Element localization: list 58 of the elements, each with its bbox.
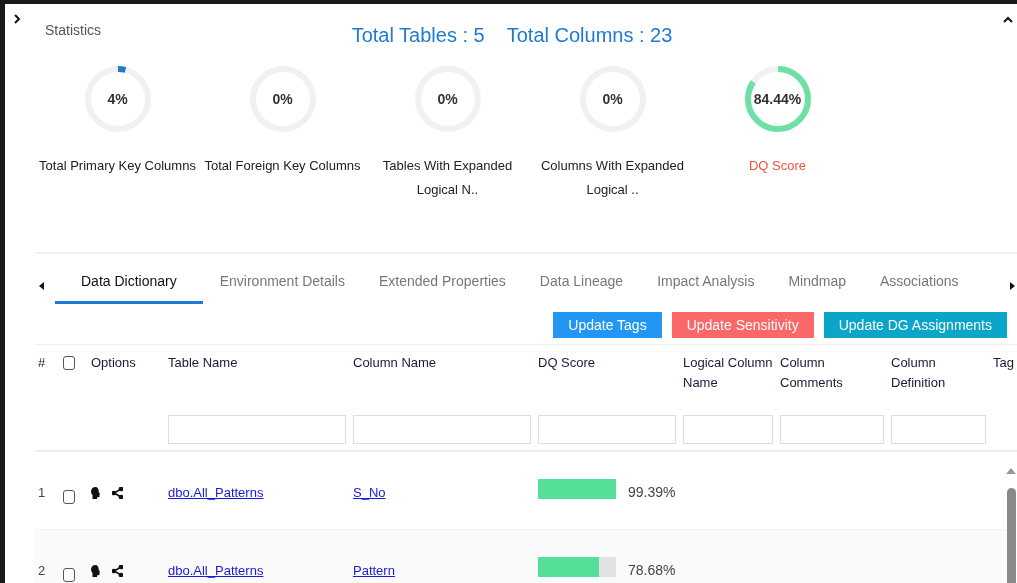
- action-button[interactable]: Update Tags: [553, 312, 662, 338]
- checkbox[interactable]: [63, 567, 75, 582]
- tab[interactable]: Environment Details: [202, 262, 362, 304]
- caret-left-icon[interactable]: [39, 282, 45, 290]
- column-header: Tag: [993, 354, 1015, 372]
- column-header: #: [38, 354, 47, 372]
- gauge-label: Total Foreign Key Columns: [203, 157, 362, 175]
- column-header: DQ Score: [538, 354, 597, 372]
- action-button[interactable]: Update DG Assignments: [823, 312, 1007, 338]
- tab[interactable]: Impact Analysis: [640, 262, 772, 304]
- gauge-label: Total Primary Key Columns: [38, 157, 197, 175]
- share-icon[interactable]: [112, 486, 123, 499]
- head-icon[interactable]: [91, 486, 100, 499]
- filter-field[interactable]: [168, 415, 346, 444]
- chevron-right-icon[interactable]: [13, 14, 21, 24]
- column-header: Options: [91, 354, 137, 372]
- panel-title: Statistics: [45, 21, 101, 40]
- gauge-value: 0%: [437, 89, 458, 109]
- caret-right-icon[interactable]: [1009, 282, 1015, 290]
- gauge-value: 84.44%: [753, 89, 802, 109]
- filter-field[interactable]: [891, 415, 986, 444]
- column-header: Logical Column Name: [683, 354, 773, 392]
- total-count: Total Tables : 5: [351, 23, 485, 48]
- row-number: 2: [38, 561, 46, 580]
- score-value: 99.39%: [628, 483, 676, 502]
- column-header: Column Comments: [780, 354, 844, 392]
- column-header: Table Name: [168, 354, 239, 372]
- filter-field[interactable]: [780, 415, 884, 444]
- row-number: 1: [38, 483, 46, 502]
- head-icon[interactable]: [91, 564, 100, 577]
- tab[interactable]: Mindmap: [771, 262, 863, 304]
- filter-field[interactable]: [683, 415, 773, 444]
- checkbox[interactable]: [63, 356, 75, 370]
- column-header: Column Definition: [891, 354, 947, 392]
- tab[interactable]: Data Lineage: [522, 262, 641, 304]
- action-button[interactable]: Update Sensitivity: [671, 312, 814, 338]
- column-name-link[interactable]: Pattern: [353, 560, 395, 581]
- column-name-link[interactable]: S_No: [353, 482, 386, 503]
- gauge-label: DQ Score: [747, 157, 808, 175]
- gauge-value: 4%: [107, 89, 128, 109]
- score-value: 78.68%: [628, 561, 676, 580]
- gauge-value: 0%: [272, 89, 293, 109]
- share-icon[interactable]: [112, 564, 123, 577]
- chevron-up-icon[interactable]: [1003, 16, 1013, 24]
- table-name-link[interactable]: dbo.All_Patterns: [168, 560, 264, 581]
- gauge-label: Columns With Expanded Logical ..: [539, 157, 686, 199]
- gauge-label: Tables With Expanded Logical N..: [381, 157, 514, 199]
- total-count: Total Columns : 23: [506, 23, 673, 48]
- scrollbar[interactable]: [1005, 466, 1017, 583]
- table-name-link[interactable]: dbo.All_Patterns: [168, 482, 264, 503]
- tab[interactable]: Associations: [863, 262, 976, 304]
- tab[interactable]: Extended Properties: [362, 262, 523, 304]
- filter-field[interactable]: [538, 415, 676, 444]
- column-header: Column Name: [353, 354, 438, 372]
- tab[interactable]: Data Dictionary: [55, 262, 203, 304]
- filter-field[interactable]: [353, 415, 531, 444]
- gauge-value: 0%: [602, 89, 623, 109]
- checkbox[interactable]: [63, 489, 75, 504]
